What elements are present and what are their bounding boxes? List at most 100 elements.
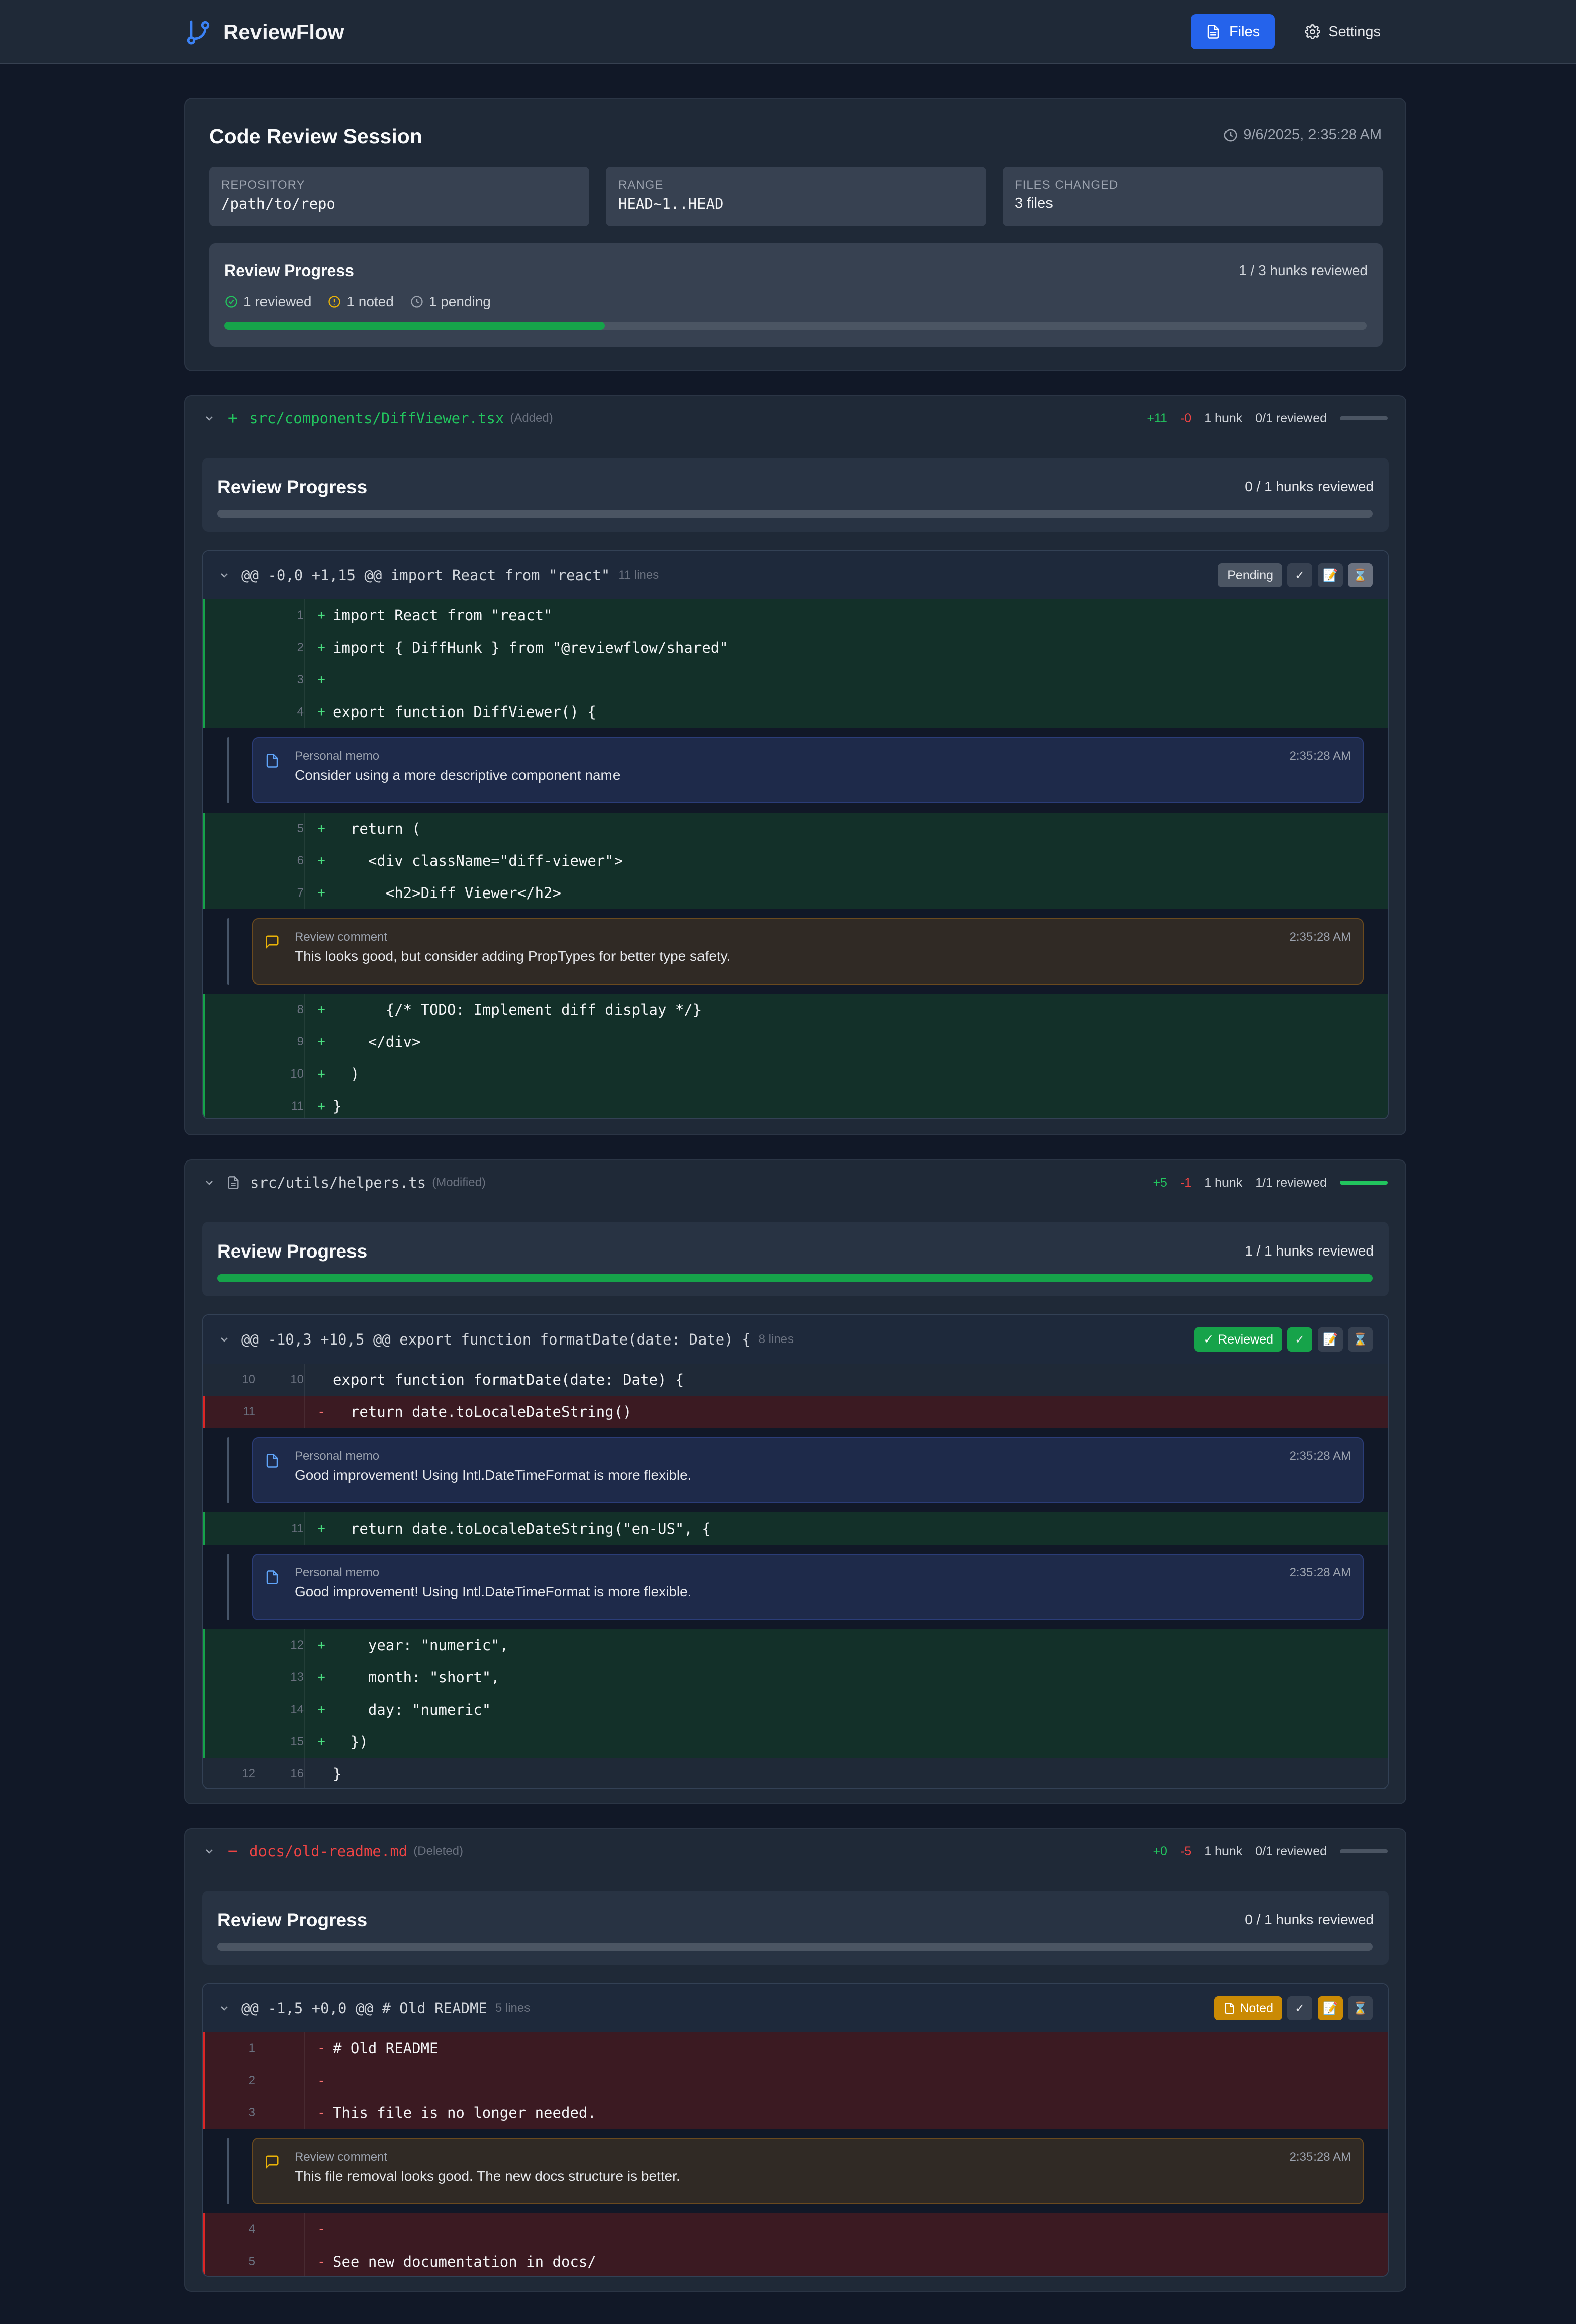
diff-line[interactable]: 13 + month: "short", xyxy=(203,1661,1388,1693)
diff-line[interactable]: 11 +} xyxy=(203,1090,1388,1118)
gutter-divider xyxy=(304,2246,305,2276)
mark-pending-button[interactable]: ⌛ xyxy=(1348,1327,1373,1352)
diff-line[interactable]: 12 + year: "numeric", xyxy=(203,1629,1388,1661)
chevron-down-icon[interactable] xyxy=(218,2002,230,2014)
diff-line[interactable]: 2- xyxy=(203,2065,1388,2097)
old-line-number: 2 xyxy=(248,2074,255,2087)
diff-line[interactable]: 11 - return date.toLocaleDateString() xyxy=(203,1396,1388,1428)
gutter-divider xyxy=(304,2213,305,2246)
mark-reviewed-button[interactable]: ✓ xyxy=(1287,1996,1312,2020)
gutter-divider xyxy=(304,1726,305,1758)
diff-line[interactable]: 1 + import React from "react" xyxy=(203,599,1388,632)
file-status: (Added) xyxy=(510,411,553,425)
file-path[interactable]: src/utils/helpers.ts xyxy=(250,1174,426,1191)
comment-type: Review comment xyxy=(295,930,388,944)
additions-count: +0 xyxy=(1153,1844,1167,1858)
reviewed-stat: 1 reviewed xyxy=(224,294,311,310)
hunk-header[interactable]: @@ -10,3 +10,5 @@ export function format… xyxy=(203,1315,1388,1364)
add-memo-button[interactable]: 📝 xyxy=(1318,563,1343,587)
range-box: RANGE HEAD~1..HEAD xyxy=(606,167,986,226)
brand[interactable]: ReviewFlow xyxy=(184,17,344,47)
file-reviewed-count: 1/1 reviewed xyxy=(1255,1175,1327,1190)
diff-line[interactable]: 3 + xyxy=(203,664,1388,696)
hunk: @@ -0,0 +1,15 @@ import React from "reac… xyxy=(202,550,1389,1119)
hunk: @@ -1,5 +0,0 @@ # Old README 5 lines Not… xyxy=(202,1983,1389,2277)
hunk-header[interactable]: @@ -0,0 +1,15 @@ import React from "reac… xyxy=(203,551,1388,599)
new-line-number: 1 xyxy=(297,608,304,622)
file-progress-bar xyxy=(217,1274,1373,1282)
file-header[interactable]: src/utils/helpers.ts (Modified) +5 -1 1 … xyxy=(185,1160,1405,1205)
personal-memo[interactable]: Personal memo 2:35:28 AM Good improvement!… xyxy=(252,1554,1364,1620)
gutter-divider xyxy=(304,1364,305,1396)
diff-sign: - xyxy=(317,2222,325,2237)
chevron-down-icon[interactable] xyxy=(203,412,215,424)
diff-sign: + xyxy=(317,853,325,868)
overall-progress: Review Progress 1 / 3 hunks reviewed 1 r… xyxy=(209,243,1383,347)
hunk-header[interactable]: @@ -1,5 +0,0 @@ # Old README 5 lines Not… xyxy=(203,1984,1388,2032)
check-circle-icon xyxy=(224,295,238,309)
personal-memo[interactable]: Personal memo 2:35:28 AM Good improvement!… xyxy=(252,1437,1364,1503)
repository-box: REPOSITORY /path/to/repo xyxy=(209,167,589,226)
new-line-number: 7 xyxy=(297,886,304,900)
mark-reviewed-button[interactable]: ✓ xyxy=(1287,1327,1312,1352)
diff-line[interactable]: 5 - See new documentation in docs/ xyxy=(203,2246,1388,2276)
diff-sign: + xyxy=(317,1002,325,1017)
add-memo-button[interactable]: 📝 xyxy=(1318,1327,1343,1352)
diff-line[interactable]: 9 + </div> xyxy=(203,1026,1388,1058)
file-path[interactable]: src/components/DiffViewer.tsx xyxy=(249,410,504,427)
code-text: </div> xyxy=(333,1033,421,1050)
nav-files-button[interactable]: Files xyxy=(1190,14,1275,49)
chevron-down-icon[interactable] xyxy=(218,569,230,581)
code-text: export function formatDate(date: Date) { xyxy=(333,1371,684,1388)
status-badge-label: Noted xyxy=(1240,2001,1273,2015)
nav-settings-button[interactable]: Settings xyxy=(1290,14,1396,49)
status-badge-label: Reviewed xyxy=(1218,1332,1273,1347)
comment-type: Personal memo xyxy=(295,1566,380,1579)
code-text: return date.toLocaleDateString() xyxy=(333,1403,632,1420)
diff-sign: + xyxy=(317,1638,325,1653)
file-header[interactable]: src/components/DiffViewer.tsx (Added) +1… xyxy=(185,396,1405,440)
file-header[interactable]: docs/old-readme.md (Deleted) +0 -5 1 hun… xyxy=(185,1829,1405,1873)
diff-line[interactable]: 15 + }) xyxy=(203,1726,1388,1758)
diff-line[interactable]: 14 + day: "numeric" xyxy=(203,1693,1388,1726)
diff-line[interactable]: 10 10 export function formatDate(date: Dat… xyxy=(203,1364,1388,1396)
diff-line[interactable]: 12 16} xyxy=(203,1758,1388,1788)
note-icon xyxy=(1223,2002,1236,2014)
diff-line[interactable]: 11 + return date.toLocaleDateString("en-U… xyxy=(203,1512,1388,1545)
diff-line[interactable]: 10 + ) xyxy=(203,1058,1388,1090)
mark-pending-button[interactable]: ⌛ xyxy=(1348,563,1373,587)
diff-line[interactable]: 3 - This file is no longer needed. xyxy=(203,2097,1388,2129)
deletions-count: -5 xyxy=(1180,1844,1192,1858)
git-branch-icon xyxy=(184,18,212,46)
diff-line[interactable]: 4- xyxy=(203,2213,1388,2246)
diff-line[interactable]: 8 + {/* TODO: Implement diff display */} xyxy=(203,994,1388,1026)
file-path[interactable]: docs/old-readme.md xyxy=(249,1843,407,1860)
diff-line[interactable]: 1 - # Old README xyxy=(203,2032,1388,2065)
diff-line[interactable]: 7 + <h2>Diff Viewer</h2> xyxy=(203,877,1388,909)
add-memo-button[interactable]: 📝 xyxy=(1318,1996,1343,2020)
review-comment[interactable]: Review comment 2:35:28 AM This looks good,… xyxy=(252,918,1364,985)
personal-memo[interactable]: Personal memo 2:35:28 AM Consider using a … xyxy=(252,737,1364,803)
old-line-number: 3 xyxy=(248,2106,255,2119)
old-line-number: 11 xyxy=(243,1405,255,1418)
mark-pending-button[interactable]: ⌛ xyxy=(1348,1996,1373,2020)
noted-stat: 1 noted xyxy=(327,294,394,310)
minus-icon xyxy=(226,1845,239,1858)
diff-line[interactable]: 4 + export function DiffViewer() { xyxy=(203,696,1388,728)
review-comment[interactable]: Review comment 2:35:28 AM This file remova… xyxy=(252,2138,1364,2204)
code-text: return ( xyxy=(333,820,421,837)
diff-line[interactable]: 5 + return ( xyxy=(203,813,1388,845)
gear-icon xyxy=(1305,24,1321,39)
plus-icon xyxy=(226,412,239,425)
comment-text: Good improvement! Using Intl.DateTimeFor… xyxy=(295,1467,692,1483)
new-line-number: 5 xyxy=(297,822,304,835)
chevron-down-icon[interactable] xyxy=(218,1333,230,1346)
chevron-down-icon[interactable] xyxy=(203,1845,215,1857)
hunk-line-count: 11 lines xyxy=(618,568,659,582)
diff-line[interactable]: 6 + <div className="diff-viewer"> xyxy=(203,845,1388,877)
chevron-down-icon[interactable] xyxy=(203,1177,215,1189)
diff-line[interactable]: 2 + import { DiffHunk } from "@reviewflow/… xyxy=(203,632,1388,664)
mark-reviewed-button[interactable]: ✓ xyxy=(1287,563,1312,587)
file-mini-progress xyxy=(1340,1849,1388,1853)
gutter-divider xyxy=(304,1026,305,1058)
